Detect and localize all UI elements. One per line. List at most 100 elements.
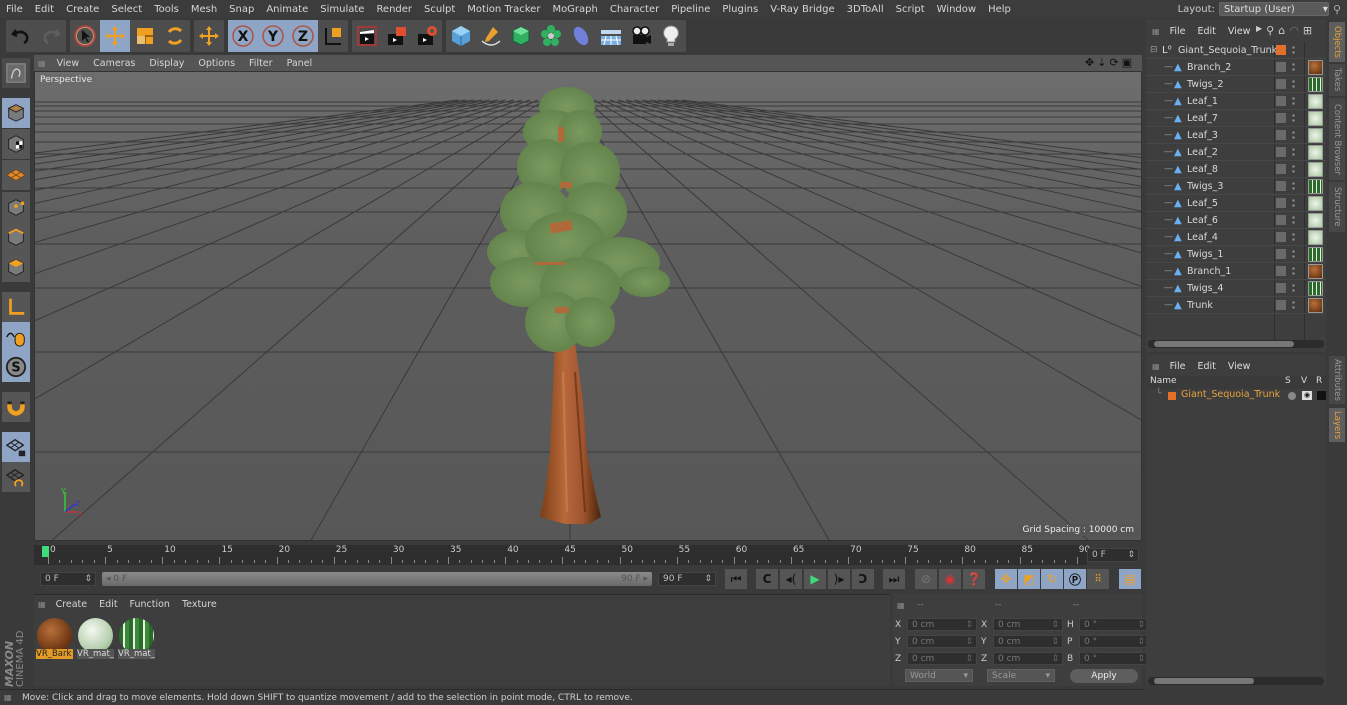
visibility-dots[interactable] bbox=[1292, 215, 1295, 226]
menu-edit[interactable]: Edit bbox=[29, 4, 60, 15]
object-row[interactable]: — ▲ Twigs_2 bbox=[1146, 76, 1326, 93]
live-selection-button[interactable] bbox=[70, 20, 100, 52]
deformer-button[interactable] bbox=[566, 20, 596, 52]
object-name[interactable]: Giant_Sequoia_Trunk bbox=[1178, 45, 1277, 56]
end-frame-field[interactable]: 90 F ⇕ bbox=[658, 572, 716, 586]
layer-row[interactable]: └ Giant_Sequoia_Trunk ◉ bbox=[1146, 389, 1326, 403]
object-row[interactable]: — ▲ Leaf_4 bbox=[1146, 229, 1326, 246]
current-frame-field[interactable]: 0 F ⇕ bbox=[1087, 548, 1139, 562]
layer-tag[interactable] bbox=[1276, 79, 1286, 89]
size-field[interactable]: 0 cm ⇕ bbox=[993, 635, 1063, 648]
drag-handle-icon[interactable]: ▦ bbox=[1152, 362, 1164, 371]
tab-objects[interactable]: Objects bbox=[1329, 22, 1345, 62]
coordinate-mode-dropdown[interactable]: Scale ▾ bbox=[987, 669, 1055, 682]
layer-tag[interactable] bbox=[1276, 249, 1286, 259]
object-name[interactable]: Branch_2 bbox=[1187, 62, 1231, 73]
object-row[interactable]: — ▲ Trunk bbox=[1146, 297, 1326, 314]
coordinate-space-dropdown[interactable]: World ▾ bbox=[905, 669, 973, 682]
visibility-dots[interactable] bbox=[1292, 300, 1295, 311]
object-row[interactable]: — ▲ Leaf_7 bbox=[1146, 110, 1326, 127]
layer-tag[interactable] bbox=[1276, 113, 1286, 123]
tab-attributes[interactable]: Attributes bbox=[1329, 356, 1345, 404]
drag-handle-icon[interactable]: ▦ bbox=[1152, 27, 1164, 36]
menu-sculpt[interactable]: Sculpt bbox=[418, 4, 461, 15]
material-tag-bark[interactable] bbox=[1308, 60, 1323, 75]
menu-mesh[interactable]: Mesh bbox=[185, 4, 223, 15]
visibility-dots[interactable] bbox=[1292, 130, 1295, 141]
position-field[interactable]: 0 cm ⇕ bbox=[907, 618, 977, 631]
redo-button[interactable] bbox=[36, 20, 66, 52]
search-icon[interactable]: ⚲ bbox=[1333, 3, 1341, 16]
material-tag-twig[interactable] bbox=[1308, 179, 1323, 194]
object-row[interactable]: — ▲ Twigs_1 bbox=[1146, 246, 1326, 263]
object-row[interactable]: — ▲ Leaf_6 bbox=[1146, 212, 1326, 229]
drag-handle-icon[interactable]: ▦ bbox=[897, 601, 917, 610]
model-mode-button[interactable] bbox=[2, 98, 30, 128]
coordinate-system-button[interactable] bbox=[318, 20, 348, 52]
menu-3dtoall[interactable]: 3DToAll bbox=[841, 4, 890, 15]
object-name[interactable]: Leaf_6 bbox=[1187, 215, 1218, 226]
visibility-dots[interactable] bbox=[1292, 266, 1295, 277]
solo-toggle[interactable] bbox=[1288, 392, 1296, 400]
material-menu-function[interactable]: Function bbox=[124, 599, 176, 610]
menu-help[interactable]: Help bbox=[982, 4, 1017, 15]
layer-tag[interactable] bbox=[1276, 62, 1286, 72]
layer-tag[interactable] bbox=[1276, 215, 1286, 225]
key-pla-button[interactable]: ⠿ bbox=[1087, 569, 1109, 589]
layer-tag[interactable] bbox=[1276, 147, 1286, 157]
material-menu-texture[interactable]: Texture bbox=[176, 599, 223, 610]
play-button[interactable]: ▶ bbox=[804, 569, 826, 589]
magnet-button[interactable] bbox=[2, 392, 30, 422]
preview-range-slider[interactable]: ◂ 0 F 90 F ▸ bbox=[102, 572, 652, 586]
search-icon[interactable]: ⚲ bbox=[1266, 24, 1274, 37]
object-name[interactable]: Twigs_3 bbox=[1187, 181, 1223, 192]
layer-name[interactable]: Giant_Sequoia_Trunk bbox=[1181, 389, 1280, 400]
texture-mode-button[interactable] bbox=[2, 129, 30, 159]
keyframe-selection-button[interactable]: ❓ bbox=[963, 569, 985, 589]
render-toggle[interactable] bbox=[1317, 391, 1326, 400]
object-name[interactable]: Leaf_8 bbox=[1187, 164, 1218, 175]
material-swatch[interactable]: VR_Bark bbox=[36, 617, 73, 659]
polygons-mode-button[interactable] bbox=[2, 252, 30, 282]
object-row[interactable]: — ▲ Branch_2 bbox=[1146, 59, 1326, 76]
object-menu-view[interactable]: View bbox=[1222, 26, 1257, 37]
tab-takes[interactable]: Takes bbox=[1329, 64, 1345, 96]
camera-button[interactable] bbox=[626, 20, 656, 52]
go-to-end-button[interactable]: ⏭ bbox=[883, 569, 905, 589]
object-row[interactable]: — ▲ Twigs_4 bbox=[1146, 280, 1326, 297]
visibility-dots[interactable] bbox=[1292, 45, 1295, 56]
material-tag-bark[interactable] bbox=[1308, 298, 1323, 313]
menu-pipeline[interactable]: Pipeline bbox=[665, 4, 716, 15]
layer-tag[interactable] bbox=[1276, 130, 1286, 140]
toggle-view-icon[interactable]: ▣ bbox=[1122, 56, 1132, 70]
menu-motion-tracker[interactable]: Motion Tracker bbox=[461, 4, 546, 15]
object-name[interactable]: Twigs_2 bbox=[1187, 79, 1223, 90]
layer-tag[interactable] bbox=[1276, 164, 1286, 174]
visibility-dots[interactable] bbox=[1292, 62, 1295, 73]
tab-content-browser[interactable]: Content Browser bbox=[1329, 98, 1345, 180]
z-axis-lock-button[interactable]: Z bbox=[288, 20, 318, 52]
layer-manager-scrollbar[interactable] bbox=[1148, 677, 1324, 685]
key-rotation-button[interactable]: ↻ bbox=[1041, 569, 1063, 589]
pen-button[interactable] bbox=[476, 20, 506, 52]
render-column[interactable]: R bbox=[1316, 376, 1322, 386]
next-frame-button[interactable]: )▸ bbox=[828, 569, 850, 589]
object-menu-file[interactable]: File bbox=[1164, 26, 1192, 37]
home-icon[interactable]: ⌂ bbox=[1278, 24, 1285, 37]
object-row-root[interactable]: ⊟ L⁰ Giant_Sequoia_Trunk bbox=[1146, 42, 1326, 59]
object-name[interactable]: Leaf_1 bbox=[1187, 96, 1218, 107]
viewport-menu-display[interactable]: Display bbox=[142, 58, 191, 69]
position-field[interactable]: 0 cm ⇕ bbox=[907, 652, 977, 665]
visibility-dots[interactable] bbox=[1292, 249, 1295, 260]
workplane-align-button[interactable] bbox=[2, 462, 30, 492]
previous-key-button[interactable]: C bbox=[756, 569, 778, 589]
next-key-button[interactable]: Ↄ bbox=[852, 569, 874, 589]
object-name[interactable]: Leaf_7 bbox=[1187, 113, 1218, 124]
menu-script[interactable]: Script bbox=[890, 4, 931, 15]
points-mode-button[interactable] bbox=[2, 192, 30, 222]
menu-v-ray-bridge[interactable]: V-Ray Bridge bbox=[764, 4, 840, 15]
material-tag-leaf[interactable] bbox=[1308, 94, 1323, 109]
layer-color-swatch[interactable] bbox=[1168, 392, 1176, 400]
menu-file[interactable]: File bbox=[0, 4, 29, 15]
material-swatch[interactable]: VR_mat_ bbox=[77, 617, 114, 659]
